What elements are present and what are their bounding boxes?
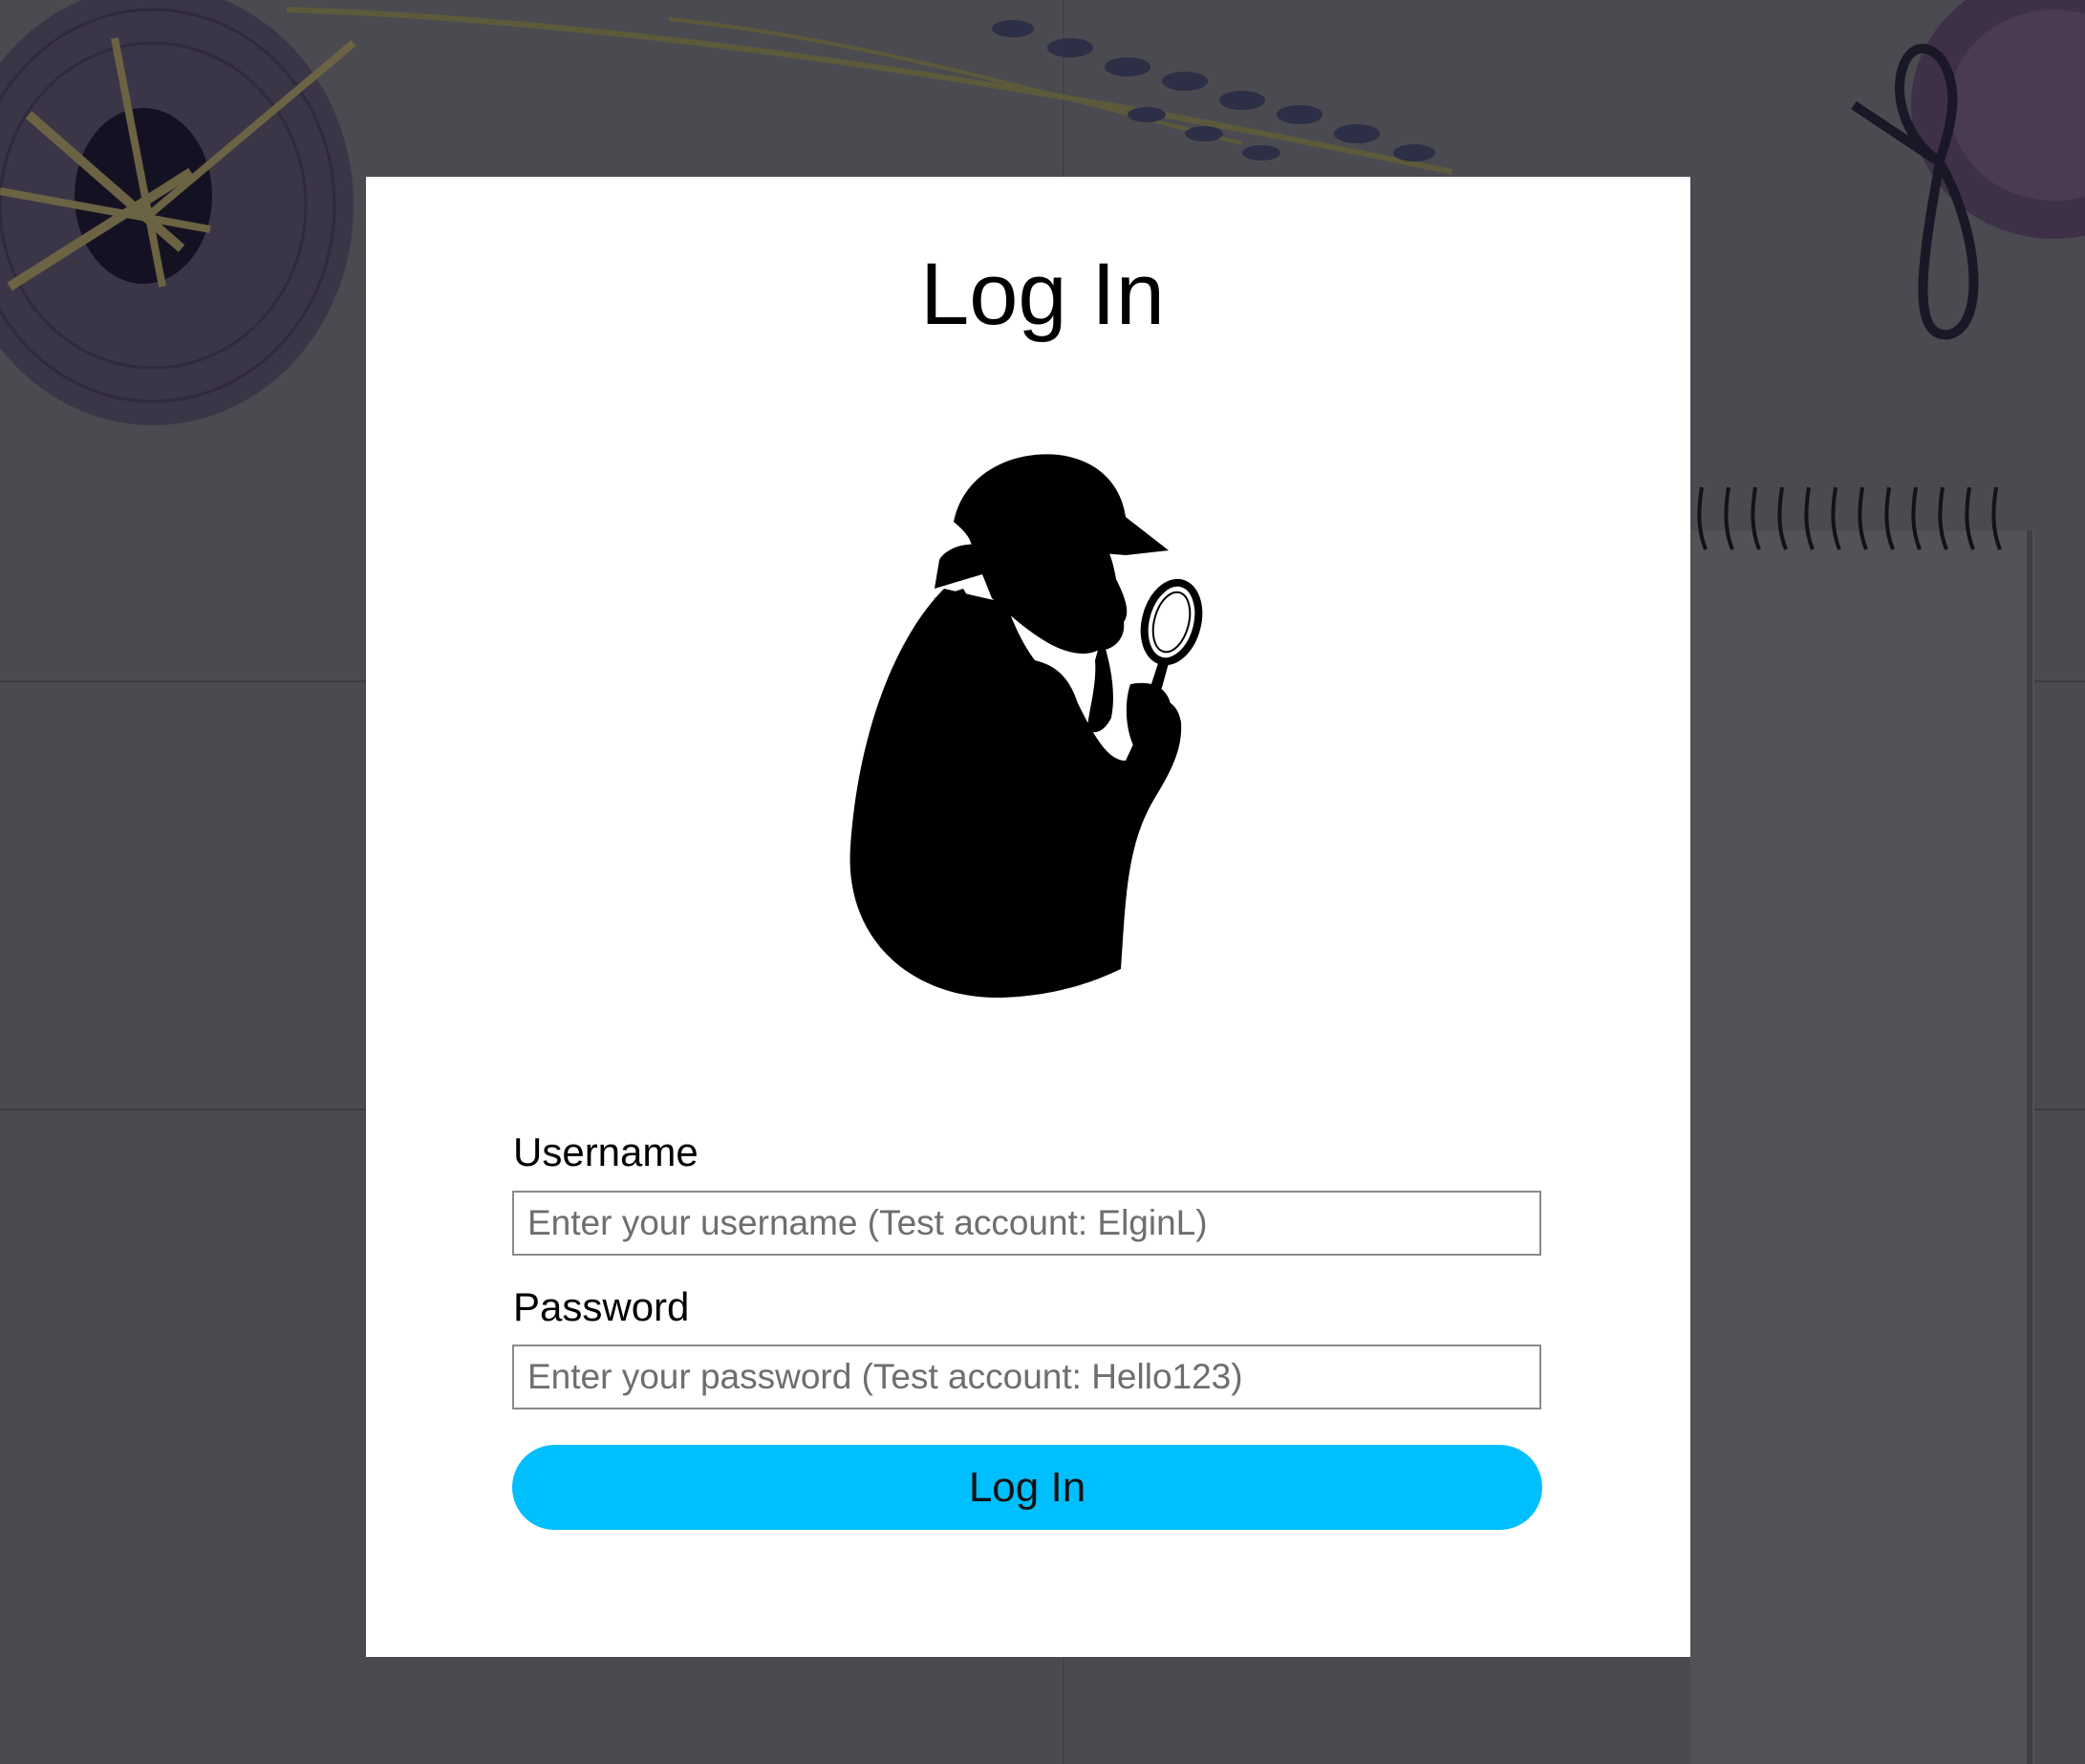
page-title: Log In: [920, 246, 1165, 343]
username-input[interactable]: [512, 1191, 1541, 1256]
notebook-decoration: [1690, 486, 2034, 1764]
login-page: Log In Username Password Log In: [0, 0, 2085, 1764]
password-input[interactable]: [512, 1345, 1541, 1409]
lavender-decoration: [287, 7, 1453, 175]
login-button[interactable]: Log In: [512, 1445, 1542, 1530]
username-label: Username: [513, 1129, 699, 1174]
password-label: Password: [513, 1284, 690, 1329]
detective-silhouette-icon: [849, 454, 1203, 999]
